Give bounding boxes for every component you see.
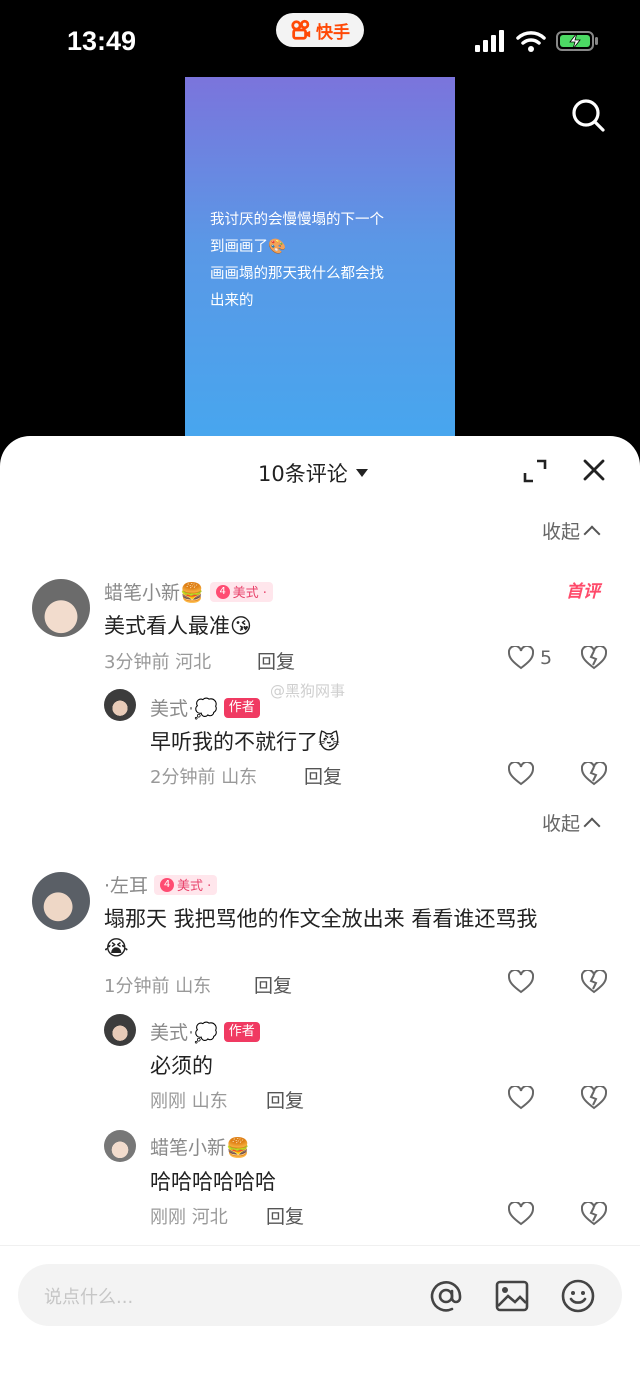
avatar[interactable]	[104, 1130, 136, 1162]
reply-meta: 刚刚 河北	[150, 1203, 228, 1229]
author-badge: 作者	[223, 1021, 260, 1042]
reply-time: 2分钟前	[150, 767, 216, 788]
dislike-icon[interactable]	[581, 970, 607, 994]
like-count: 5	[540, 647, 553, 669]
reply-button[interactable]: 回复	[304, 762, 342, 789]
emoji-icon[interactable]	[560, 1278, 596, 1314]
dislike-icon[interactable]	[581, 1202, 607, 1226]
heart-outline-icon[interactable]	[508, 762, 534, 786]
search-icon[interactable]	[570, 97, 606, 133]
reply-text: 早听我的不就行了😼	[150, 730, 340, 754]
heart-outline-icon[interactable]	[508, 1086, 534, 1110]
reply-location: 河北	[191, 1207, 228, 1228]
reply-time: 刚刚	[150, 1207, 186, 1228]
avatar[interactable]	[104, 1014, 136, 1046]
avatar[interactable]	[104, 689, 136, 721]
close-icon[interactable]	[582, 458, 606, 482]
heart-outline-icon	[508, 646, 534, 670]
signal-icon	[475, 30, 504, 52]
comment-author[interactable]: 蜡笔小新🍔 4 美式 ·	[104, 578, 273, 605]
reply-button[interactable]: 回复	[266, 1202, 304, 1229]
heart-icon: 4	[160, 877, 175, 892]
watermark: @黑狗网事	[270, 682, 346, 700]
avatar[interactable]	[32, 872, 90, 930]
chevron-up-icon	[583, 817, 601, 834]
reply-author[interactable]: 美式·💭 作者	[150, 1018, 260, 1045]
at-mention-icon[interactable]	[428, 1278, 464, 1314]
collapse-button[interactable]: 收起	[542, 809, 601, 836]
reply-meta: 刚刚 山东	[150, 1087, 228, 1113]
image-icon[interactable]	[494, 1278, 530, 1314]
dislike-icon[interactable]	[581, 646, 607, 670]
reply-button[interactable]: 回复	[266, 1086, 304, 1113]
wifi-icon	[516, 31, 546, 52]
author-name: 蜡笔小新🍔	[150, 1137, 250, 1159]
author-badge: 作者	[223, 697, 260, 718]
reply-button[interactable]: 回复	[254, 971, 292, 998]
comment-count-label: 10条评论	[258, 462, 348, 486]
battery-charging-icon	[556, 31, 598, 51]
avatar[interactable]	[32, 579, 90, 637]
reply-text: 哈哈哈哈哈哈	[150, 1170, 276, 1194]
status-bar: 13:49 快手	[0, 0, 640, 80]
dislike-icon[interactable]	[581, 762, 607, 786]
author-name: 美式·💭	[150, 1022, 218, 1044]
collapse-button[interactable]: 收起	[542, 517, 601, 544]
comment-meta: 3分钟前 河北	[104, 648, 211, 674]
comment-time: 3分钟前	[104, 652, 170, 673]
first-comment-tag: 首评	[566, 582, 600, 602]
comment-meta: 1分钟前 山东	[104, 972, 211, 998]
comment-time: 1分钟前	[104, 976, 170, 997]
comment-input[interactable]: 说点什么...	[18, 1264, 622, 1326]
heart-icon: 4	[215, 584, 230, 599]
comment-location: 河北	[175, 652, 212, 673]
reply-meta: 2分钟前 山东	[150, 763, 257, 789]
status-time: 13:49	[67, 26, 137, 56]
comment-input-bar: 说点什么...	[0, 1245, 640, 1385]
reply-location: 山东	[191, 1091, 228, 1112]
dislike-icon[interactable]	[581, 1086, 607, 1110]
input-placeholder: 说点什么...	[44, 1287, 134, 1308]
video-caption: 我讨厌的会慢慢塌的下一个 到画画了🎨 画画塌的那天我什么都会找 出来的	[210, 212, 384, 309]
caret-down-icon	[355, 469, 368, 477]
fan-badge: 4 美式 ·	[154, 874, 218, 895]
kuaishou-logo-icon	[291, 19, 311, 40]
video-player[interactable]: 我讨厌的会慢慢塌的下一个 到画画了🎨 画画塌的那天我什么都会找 出来的	[0, 70, 640, 452]
reply-button[interactable]: 回复	[257, 647, 295, 674]
expand-icon[interactable]	[522, 458, 548, 484]
collapse-label: 收起	[542, 813, 581, 835]
comment-text: 塌那天 我把骂他的作文全放出来 看看谁还骂我	[104, 907, 538, 931]
reply-location: 山东	[221, 767, 258, 788]
chevron-up-icon	[583, 525, 601, 542]
video-thumbnail[interactable]: 我讨厌的会慢慢塌的下一个 到画画了🎨 画画塌的那天我什么都会找 出来的	[185, 77, 455, 452]
reply-text: 必须的	[150, 1054, 213, 1078]
reply-author[interactable]: 蜡笔小新🍔	[150, 1133, 250, 1160]
app-indicator-pill[interactable]: 快手	[276, 13, 364, 47]
comment-text-line2: 😭	[104, 936, 129, 960]
author-name: 美式·💭	[150, 698, 218, 720]
comment-sheet: 10条评论 收起 蜡笔小新🍔 4 美式 · 首评 美式看人最准😘 3分钟前 河北 …	[0, 436, 640, 1385]
author-name: 蜡笔小新🍔	[104, 582, 204, 604]
comment-location: 山东	[175, 976, 212, 997]
heart-outline-icon[interactable]	[508, 970, 534, 994]
comment-count-dropdown[interactable]: 10条评论	[258, 458, 368, 488]
app-name: 快手	[316, 22, 350, 43]
fan-badge: 4 美式 ·	[209, 581, 273, 602]
sheet-header: 10条评论	[0, 436, 640, 502]
author-name: ·左耳	[104, 875, 149, 897]
reply-author[interactable]: 美式·💭 作者	[150, 694, 260, 721]
like-button[interactable]: 5	[508, 646, 552, 670]
comment-author[interactable]: ·左耳 4 美式 ·	[104, 871, 218, 898]
collapse-label: 收起	[542, 521, 581, 543]
reply-time: 刚刚	[150, 1091, 186, 1112]
comment-text: 美式看人最准😘	[104, 614, 252, 638]
heart-outline-icon[interactable]	[508, 1202, 534, 1226]
